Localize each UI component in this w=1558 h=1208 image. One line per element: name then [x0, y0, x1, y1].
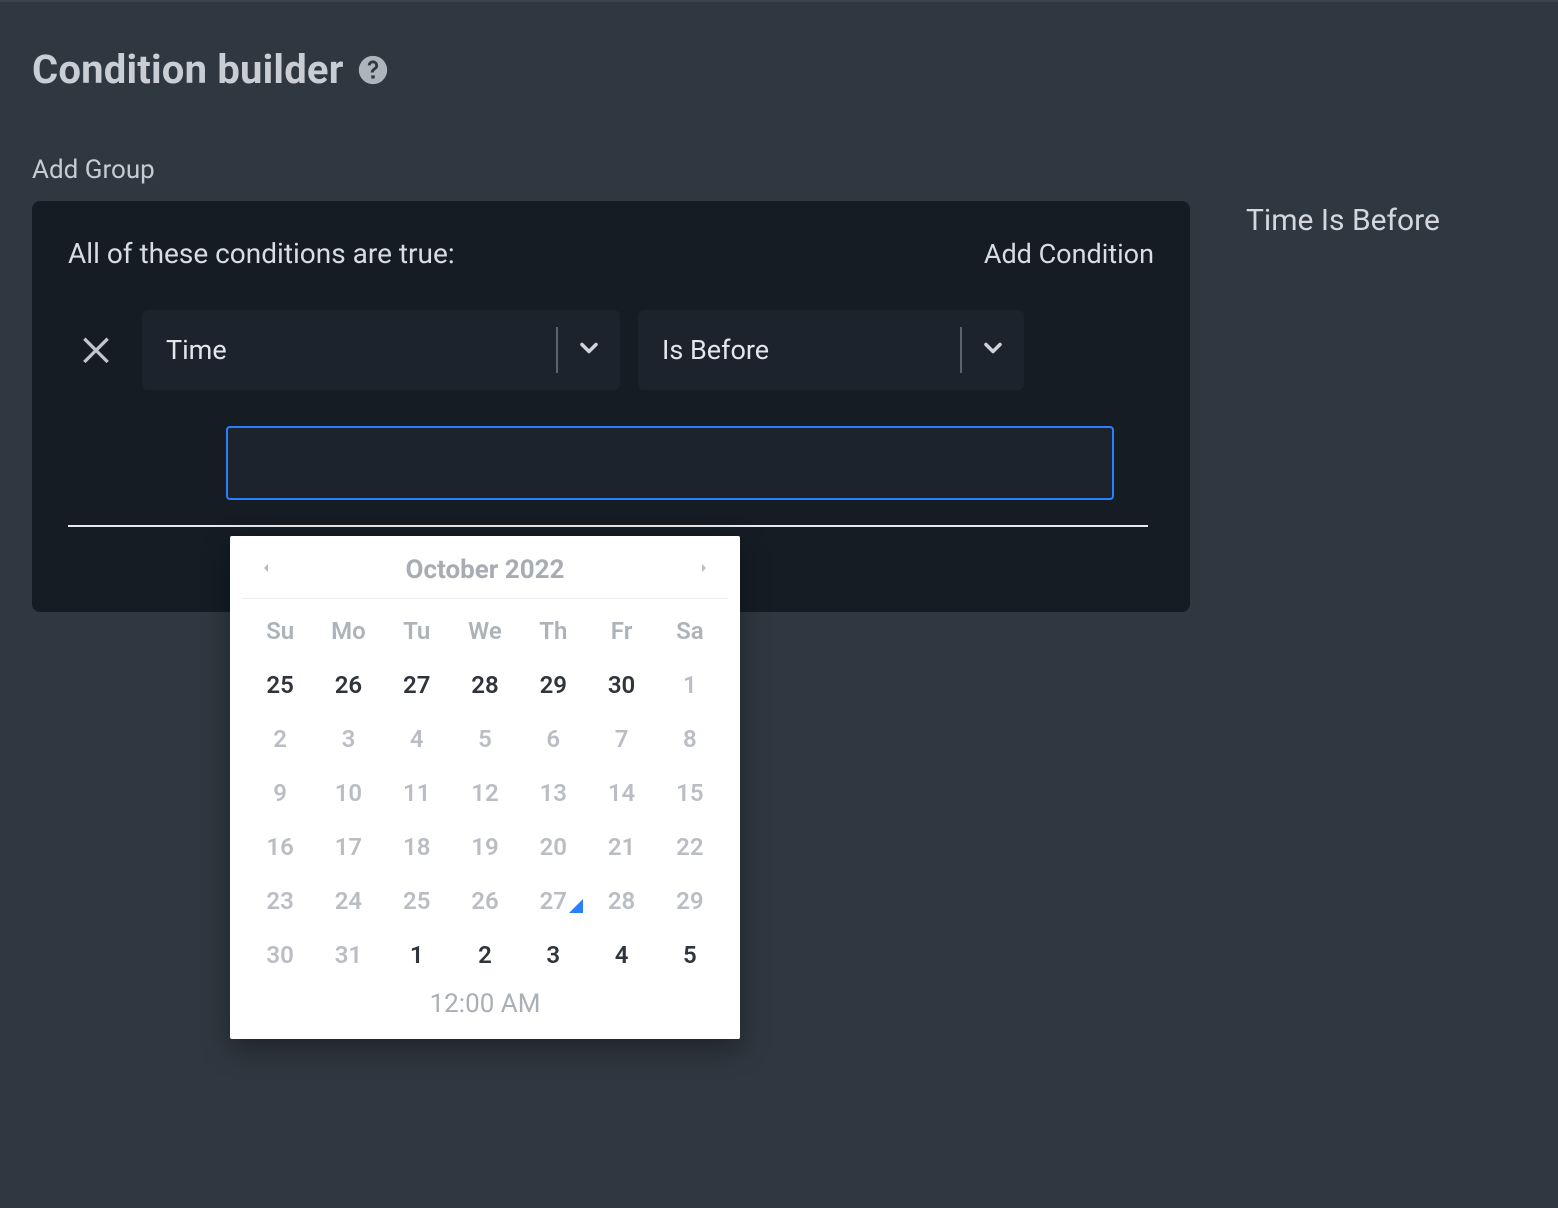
calendar-day[interactable]: 13 [519, 779, 587, 807]
page: Condition builder Add Group All of these… [0, 0, 1558, 612]
calendar-day[interactable]: 11 [383, 779, 451, 807]
page-title: Condition builder [32, 46, 344, 93]
calendar-day[interactable]: 30 [246, 941, 314, 969]
calendar-grid: SuMoTuWeThFrSa25262728293012345678910111… [242, 599, 728, 977]
calendar-day[interactable]: 6 [519, 725, 587, 753]
calendar-day[interactable]: 26 [314, 671, 382, 699]
calendar-day[interactable]: 28 [587, 887, 655, 915]
calendar-header: October 2022 [242, 550, 728, 599]
calendar-prev-button[interactable] [250, 554, 282, 586]
calendar-day[interactable]: 5 [451, 725, 519, 753]
calendar-next-button[interactable] [688, 554, 720, 586]
operator-picker[interactable]: Is Before [638, 310, 1024, 390]
variable-picker[interactable]: Time [142, 310, 620, 390]
remove-condition-button[interactable] [68, 322, 124, 378]
calendar-day[interactable]: 21 [587, 833, 655, 861]
calendar-day[interactable]: 1 [383, 941, 451, 969]
calendar-day[interactable]: 14 [587, 779, 655, 807]
calendar-day[interactable]: 23 [246, 887, 314, 915]
add-group-link[interactable]: Add Group [32, 155, 1526, 185]
calendar-weekday: Tu [383, 617, 451, 645]
panel-header: All of these conditions are true: Add Co… [68, 237, 1154, 270]
calendar-day[interactable]: 28 [451, 671, 519, 699]
condition-row: Time Is Before [68, 310, 1154, 390]
chevron-down-icon [979, 334, 1007, 366]
calendar-day[interactable]: 15 [656, 779, 724, 807]
datetime-picker-popover: October 2022 SuMoTuWeThFrSa2526272829301… [230, 536, 740, 1039]
calendar-day[interactable]: 29 [656, 887, 724, 915]
calendar-day[interactable]: 10 [314, 779, 382, 807]
calendar-day[interactable]: 3 [519, 941, 587, 969]
calendar-weekday: Sa [656, 617, 724, 645]
calendar-day[interactable]: 18 [383, 833, 451, 861]
calendar-weekday: Fr [587, 617, 655, 645]
calendar-day[interactable]: 8 [656, 725, 724, 753]
close-icon [76, 328, 116, 372]
calendar-day[interactable]: 9 [246, 779, 314, 807]
calendar-day[interactable]: 5 [656, 941, 724, 969]
add-condition-link[interactable]: Add Condition [984, 238, 1154, 270]
calendar-day[interactable]: 4 [383, 725, 451, 753]
variable-picker-label: Time [142, 310, 556, 390]
variable-picker-caret[interactable] [558, 310, 620, 390]
datetime-value-input[interactable] [226, 426, 1114, 500]
top-divider [0, 0, 1558, 2]
calendar-day[interactable]: 22 [656, 833, 724, 861]
calendar-day[interactable]: 2 [451, 941, 519, 969]
today-indicator-icon [569, 899, 583, 913]
operator-picker-caret[interactable] [962, 310, 1024, 390]
calendar-time-button[interactable]: 12:00 AM [242, 989, 728, 1019]
condition-summary: Time Is Before [1246, 203, 1440, 238]
calendar-day[interactable]: 25 [383, 887, 451, 915]
value-underline [68, 525, 1148, 527]
calendar-day[interactable]: 20 [519, 833, 587, 861]
calendar-day[interactable]: 4 [587, 941, 655, 969]
calendar-day[interactable]: 12 [451, 779, 519, 807]
calendar-day[interactable]: 25 [246, 671, 314, 699]
group-heading: All of these conditions are true: [68, 237, 455, 270]
chevron-down-icon [575, 334, 603, 366]
calendar-day[interactable]: 3 [314, 725, 382, 753]
calendar-day[interactable]: 29 [519, 671, 587, 699]
calendar-day[interactable]: 1 [656, 671, 724, 699]
calendar-weekday: Th [519, 617, 587, 645]
calendar-day[interactable]: 27 [519, 887, 587, 915]
page-title-row: Condition builder [32, 46, 1526, 93]
calendar-day[interactable]: 31 [314, 941, 382, 969]
value-row [226, 426, 1154, 500]
chevron-left-icon [258, 558, 274, 582]
calendar-day[interactable]: 17 [314, 833, 382, 861]
chevron-right-icon [696, 558, 712, 582]
calendar-weekday: We [451, 617, 519, 645]
calendar-day[interactable]: 30 [587, 671, 655, 699]
calendar-day[interactable]: 26 [451, 887, 519, 915]
help-icon[interactable] [356, 53, 390, 87]
calendar-day[interactable]: 7 [587, 725, 655, 753]
calendar-weekday: Su [246, 617, 314, 645]
calendar-day[interactable]: 24 [314, 887, 382, 915]
calendar-day[interactable]: 27 [383, 671, 451, 699]
calendar-day[interactable]: 19 [451, 833, 519, 861]
calendar-day[interactable]: 2 [246, 725, 314, 753]
operator-picker-label: Is Before [638, 310, 960, 390]
calendar-weekday: Mo [314, 617, 382, 645]
calendar-month-label[interactable]: October 2022 [406, 555, 565, 585]
calendar-day[interactable]: 16 [246, 833, 314, 861]
